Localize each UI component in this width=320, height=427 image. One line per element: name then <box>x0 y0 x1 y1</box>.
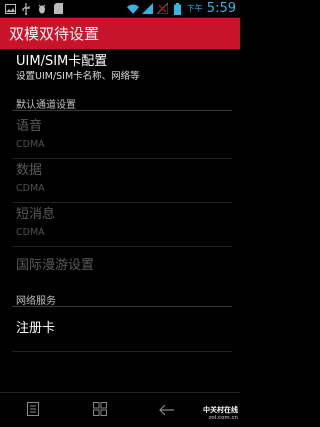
status-ampm: 下午 <box>186 4 203 13</box>
notification-icons <box>4 2 64 15</box>
image-notification-icon <box>4 3 16 15</box>
divider <box>12 202 232 203</box>
recent-apps-button[interactable] <box>85 395 115 425</box>
settings-list: UIM/SIM卡配置 设置UIM/SIM卡名称、网络等 默认通道设置 语音 CD… <box>0 49 240 392</box>
back-button[interactable] <box>152 395 182 425</box>
voice-title: 语音 <box>16 119 43 134</box>
data-summary: CDMA <box>16 183 45 194</box>
signal-icon <box>142 3 154 15</box>
status-bar: 下午 5:59 <box>0 0 240 18</box>
data-title: 数据 <box>16 163 43 178</box>
wifi-icon <box>126 3 139 15</box>
uim-sim-config-title: UIM/SIM卡配置 <box>16 54 108 69</box>
watermark: 中关村在线 zol.com.cn <box>196 403 238 425</box>
voice-item[interactable]: 语音 CDMA <box>16 119 232 151</box>
status-time: 5:59 <box>206 1 236 16</box>
divider <box>12 351 232 352</box>
data-item[interactable]: 数据 CDMA <box>16 163 232 195</box>
roaming-item[interactable]: 国际漫游设置 <box>16 258 232 274</box>
watermark-main: 中关村在线 <box>203 406 238 414</box>
header-divider <box>12 306 232 307</box>
header-divider <box>12 110 232 111</box>
watermark-sub: zol.com.cn <box>208 415 238 421</box>
voice-summary: CDMA <box>16 139 45 150</box>
sms-title: 短消息 <box>16 207 56 222</box>
register-card-title: 注册卡 <box>16 321 56 336</box>
network-services-header: 网络服务 <box>16 296 56 307</box>
usb-icon <box>20 2 32 15</box>
menu-button[interactable] <box>18 395 48 425</box>
uim-sim-config-summary: 设置UIM/SIM卡名称、网络等 <box>16 71 140 82</box>
default-channel-header: 默认通道设置 <box>16 100 76 111</box>
uim-sim-config-item[interactable]: UIM/SIM卡配置 设置UIM/SIM卡名称、网络等 <box>16 54 232 83</box>
register-card-item[interactable]: 注册卡 <box>16 321 232 337</box>
divider <box>12 158 232 159</box>
battery-icon <box>172 2 184 15</box>
roaming-title: 国际漫游设置 <box>16 258 95 273</box>
title-bar: 双模双待设置 <box>0 18 240 49</box>
sms-item[interactable]: 短消息 CDMA <box>16 207 232 239</box>
divider <box>12 246 232 247</box>
sms-summary: CDMA <box>16 227 45 238</box>
signal-off-icon <box>157 3 169 15</box>
recent-apps-icon <box>92 401 107 420</box>
back-icon <box>158 401 175 420</box>
menu-icon <box>27 401 40 420</box>
sd-card-icon <box>52 3 64 15</box>
page-title: 双模双待设置 <box>9 25 100 43</box>
debug-icon <box>36 3 48 15</box>
